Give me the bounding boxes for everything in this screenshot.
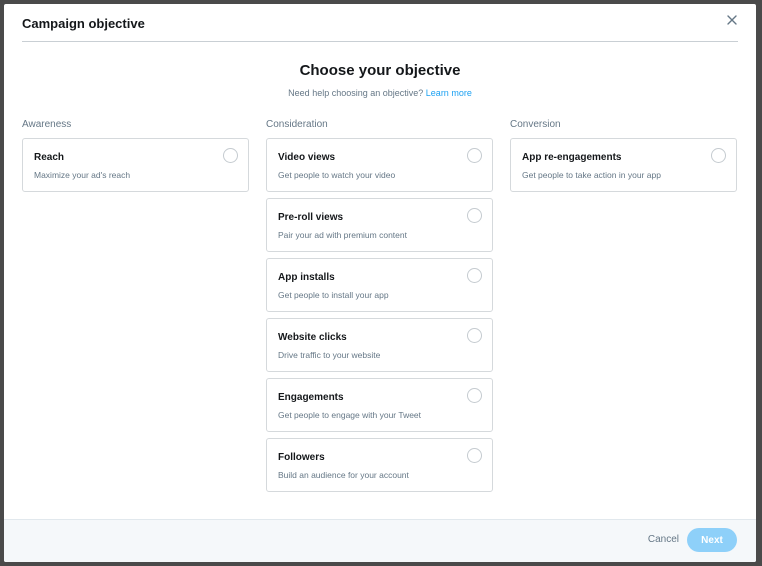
campaign-objective-modal: Campaign objective Choose your objective…	[4, 4, 756, 562]
column-consideration: Consideration Video views Get people to …	[266, 119, 493, 498]
modal-footer: Cancel Next	[4, 519, 756, 562]
objective-title: App installs	[278, 272, 335, 283]
column-awareness: Awareness Reach Maximize your ad's reach	[22, 119, 249, 198]
close-icon[interactable]	[724, 12, 740, 28]
objective-title: App re-engagements	[522, 152, 622, 163]
objective-card-reach[interactable]: Reach Maximize your ad's reach	[22, 138, 249, 192]
learn-more-link[interactable]: Learn more	[426, 88, 472, 98]
objective-title: Video views	[278, 152, 336, 163]
objective-card-engagements[interactable]: Engagements Get people to engage with yo…	[266, 378, 493, 432]
objective-card-video-views[interactable]: Video views Get people to watch your vid…	[266, 138, 493, 192]
column-conversion: Conversion App re-engagements Get people…	[510, 119, 737, 198]
objective-card-app-installs[interactable]: App installs Get people to install your …	[266, 258, 493, 312]
objective-radio[interactable]	[467, 448, 482, 463]
modal-title: Campaign objective	[22, 16, 145, 31]
cancel-button[interactable]: Cancel	[648, 534, 679, 545]
column-title: Awareness	[22, 119, 72, 130]
objective-radio[interactable]	[467, 208, 482, 223]
objective-description: Build an audience for your account	[278, 470, 409, 480]
objective-title: Reach	[34, 152, 65, 163]
objective-radio[interactable]	[467, 148, 482, 163]
objective-radio[interactable]	[223, 148, 238, 163]
objective-description: Maximize your ad's reach	[34, 170, 131, 180]
objective-card-followers[interactable]: Followers Build an audience for your acc…	[266, 438, 493, 492]
objective-description: Get people to engage with your Tweet	[278, 410, 422, 420]
objective-card-app-re-engagements[interactable]: App re-engagements Get people to take ac…	[510, 138, 737, 192]
objective-description: Pair your ad with premium content	[278, 230, 407, 240]
column-title: Conversion	[510, 119, 561, 130]
help-text-row: Need help choosing an objective? Learn m…	[4, 88, 756, 98]
objective-description: Get people to install your app	[278, 290, 389, 300]
objective-title: Followers	[278, 452, 325, 463]
objective-description: Get people to take action in your app	[522, 170, 661, 180]
objective-radio[interactable]	[467, 388, 482, 403]
objective-description: Drive traffic to your website	[278, 350, 381, 360]
column-title: Consideration	[266, 119, 328, 130]
objective-card-website-clicks[interactable]: Website clicks Drive traffic to your web…	[266, 318, 493, 372]
page-title: Choose your objective	[299, 62, 461, 79]
objective-title: Website clicks	[278, 332, 347, 343]
objective-radio[interactable]	[467, 268, 482, 283]
objective-radio[interactable]	[467, 328, 482, 343]
objective-description: Get people to watch your video	[278, 170, 396, 180]
modal-header: Campaign objective	[22, 4, 738, 42]
next-button[interactable]: Next	[687, 528, 737, 552]
objective-card-pre-roll-views[interactable]: Pre-roll views Pair your ad with premium…	[266, 198, 493, 252]
objective-radio[interactable]	[711, 148, 726, 163]
objective-title: Engagements	[278, 392, 344, 403]
help-text: Need help choosing an objective?	[288, 88, 424, 98]
objective-title: Pre-roll views	[278, 212, 344, 223]
